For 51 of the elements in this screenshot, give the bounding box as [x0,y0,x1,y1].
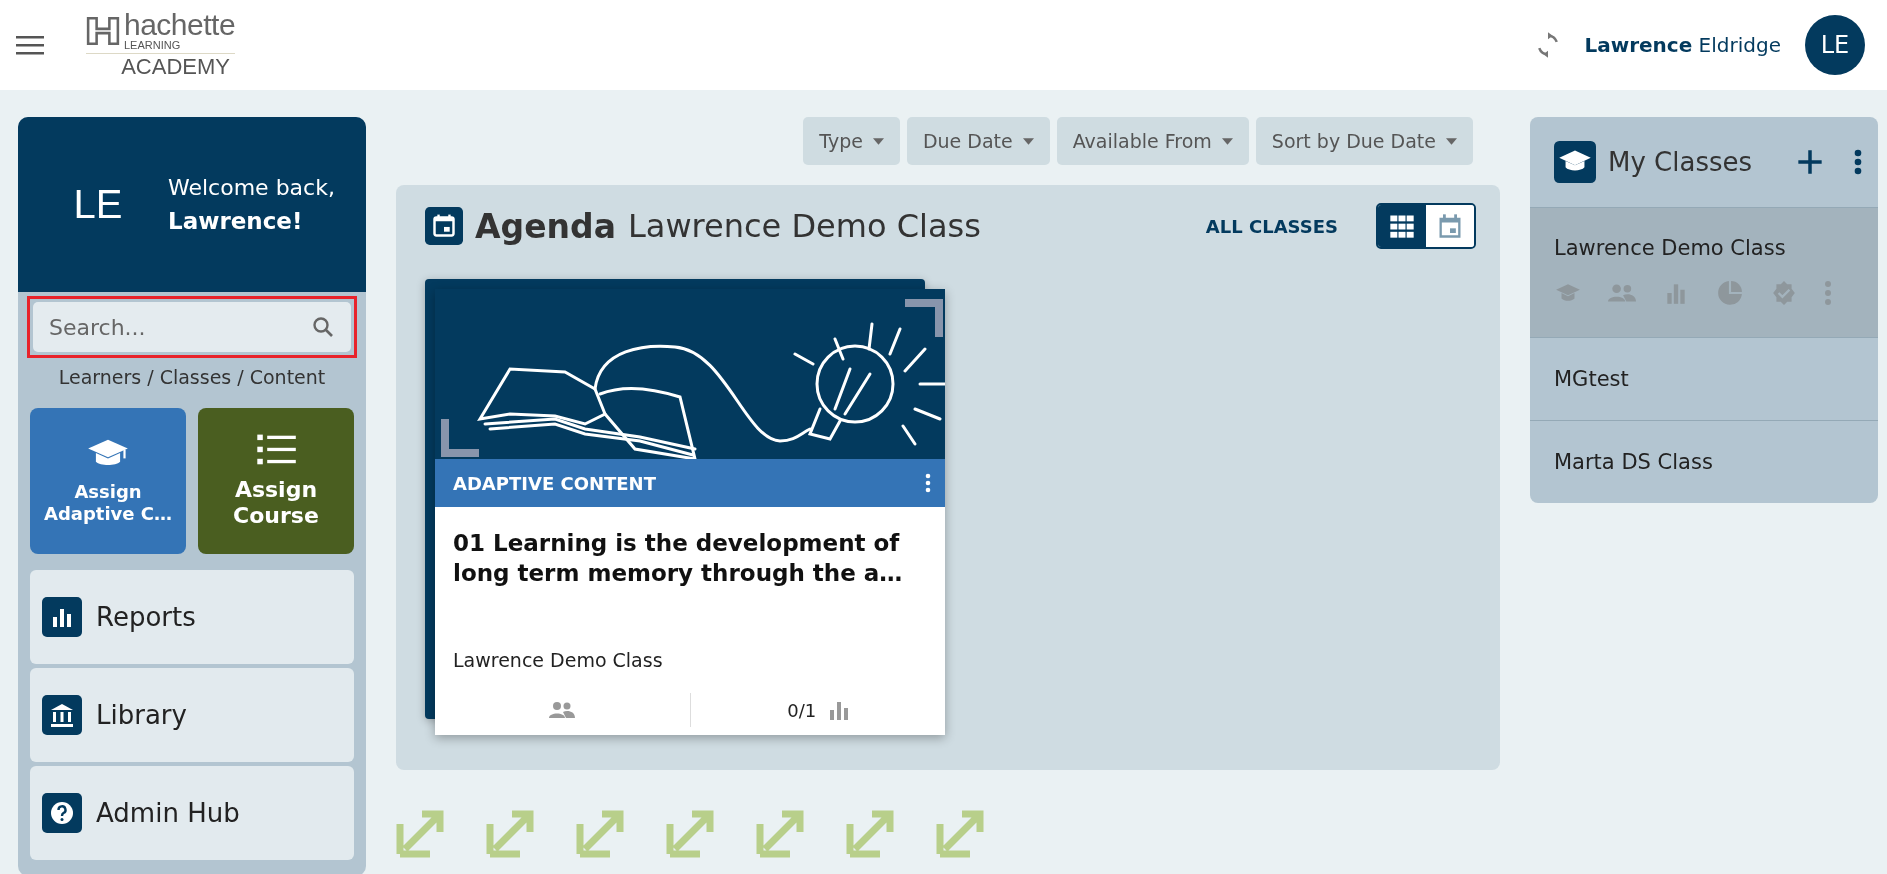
caret-icon [1446,137,1457,145]
user-avatar[interactable]: LE [1805,15,1865,75]
profile-initials: LE [72,182,124,227]
card-class-name: Lawrence Demo Class [452,649,664,671]
filter-dropdown[interactable]: Available From [1056,117,1249,165]
bar-chart-icon[interactable] [830,700,849,720]
card-title: 01 Learning is the development of long term memory through the a… [452,529,904,588]
filter-dropdown[interactable]: Sort by Due Date [1255,117,1473,165]
class-item[interactable]: Marta DS Class [1530,420,1878,503]
welcome-name: Lawrence! [168,208,304,234]
search-scope-text: Learners / Classes / Content [58,366,326,388]
more-options-icon[interactable] [1854,149,1862,175]
search-field[interactable]: Search... [33,302,351,352]
agenda-class-name: Lawrence Demo Class [627,207,981,245]
nav-item[interactable]: Reports [30,570,354,664]
my-classes-title: My Classes [1608,147,1754,177]
plus-icon[interactable] [1796,148,1824,176]
assign-tile[interactable]: Assign Course [198,408,354,554]
progress-count: 0/1 [787,699,817,721]
class-name: Lawrence Demo Class [1554,236,1787,260]
graduation-cap-icon [1554,141,1596,183]
caret-icon [872,137,884,145]
card-category: ADAPTIVE CONTENT [453,472,656,494]
agenda-title: Agenda [475,206,616,246]
logo-brand: hachette [124,10,236,40]
class-name: MGtest [1554,367,1630,391]
grid-view-button[interactable] [1378,205,1426,247]
menu-icon[interactable] [16,35,44,55]
people-icon[interactable] [549,701,576,719]
assign-tile[interactable]: Assign Adaptive C… [30,408,186,554]
search-icon[interactable] [311,315,335,339]
nav-item[interactable]: Admin Hub [30,766,354,860]
class-name: Marta DS Class [1554,450,1714,474]
class-item[interactable]: MGtest [1530,337,1878,420]
caret-icon [1022,137,1034,145]
question-mark-icon [42,793,82,833]
nav-item[interactable]: Library [30,668,354,762]
content-card[interactable]: ADAPTIVE CONTENT 01 Learning is the development of long term memory through the a… Lawrence Demo Class 0/1 [435,289,945,735]
calendar-icon [425,207,463,245]
more-options-icon[interactable] [925,473,931,493]
welcome-text: Welcome back, [168,175,335,200]
filter-dropdown[interactable]: Type [803,117,900,165]
logo-product: ACADEMY [121,54,230,80]
numbered-list-icon [254,432,298,467]
bar-chart-icon [42,597,82,637]
logo-subtitle: LEARNING [124,40,182,51]
caret-icon [1221,137,1233,145]
bank-building-icon [42,695,82,735]
all-classes-link[interactable]: ALL CLASSES [1205,215,1338,237]
user-name[interactable]: Lawrence Eldridge [1584,33,1781,57]
filter-dropdown[interactable]: Due Date [906,117,1050,165]
